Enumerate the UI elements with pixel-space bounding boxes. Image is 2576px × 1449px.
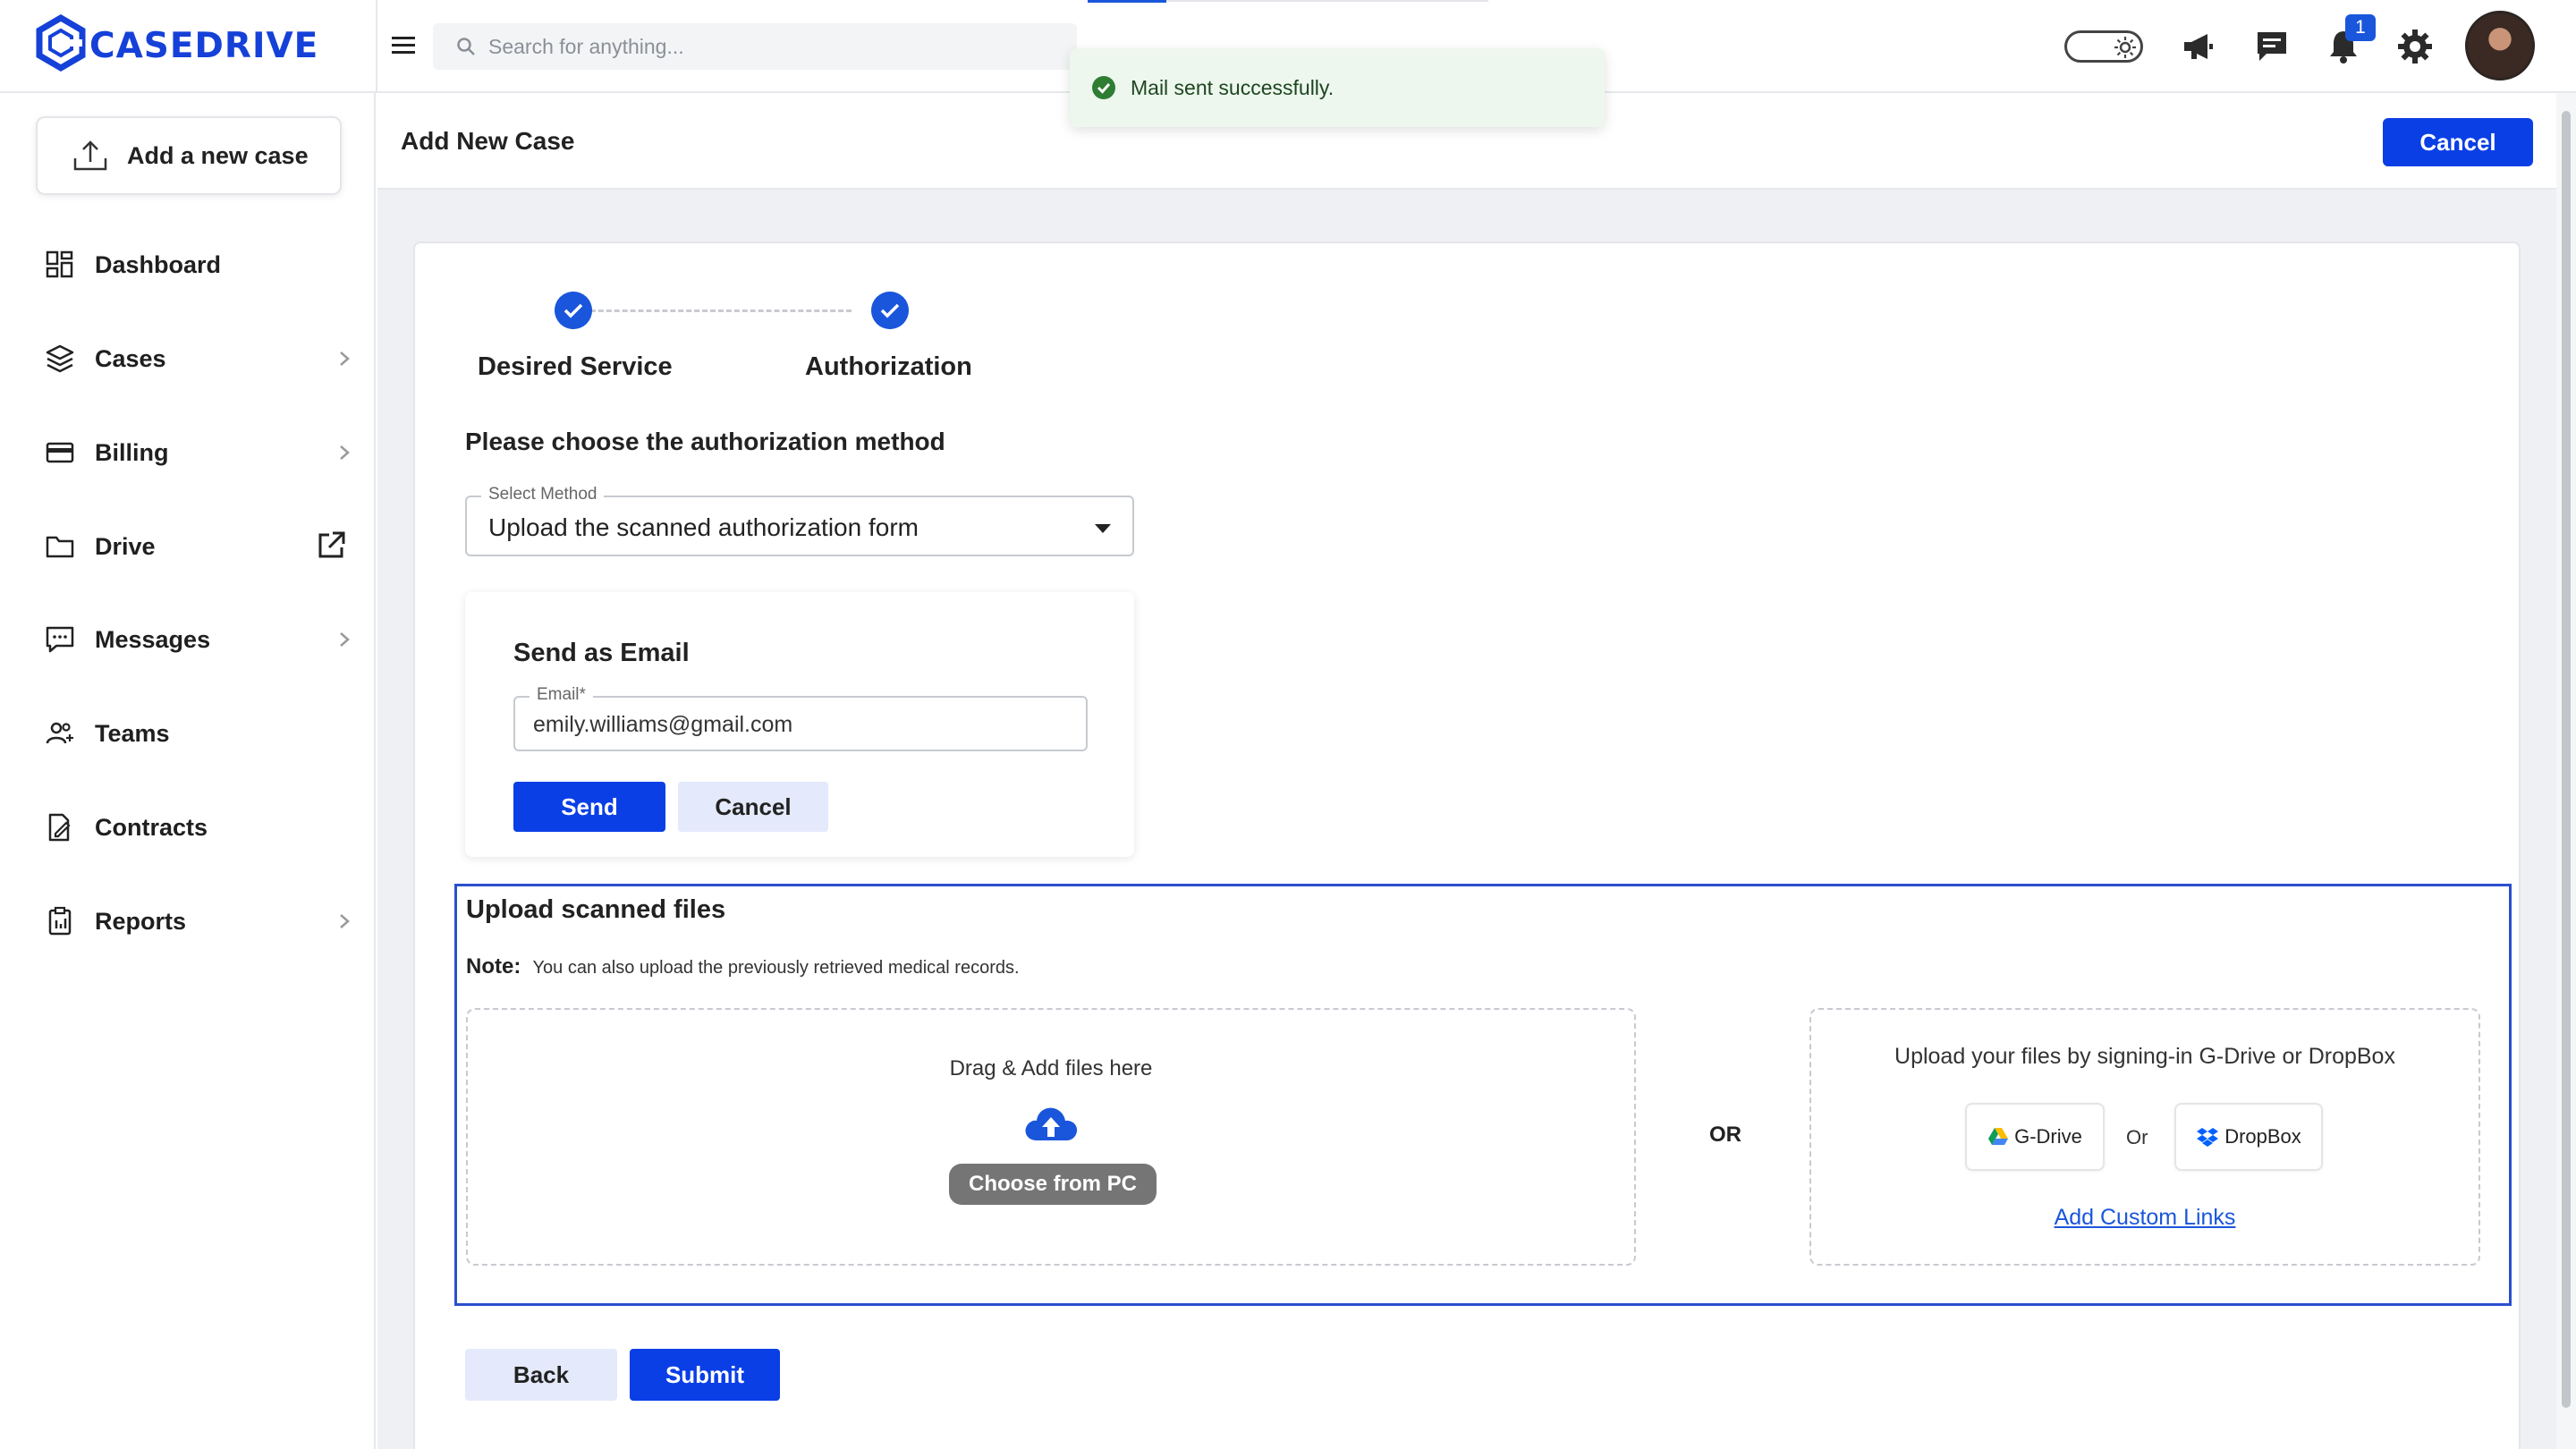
email-field-label: Email* <box>530 685 593 705</box>
upload-scanned-files-section: Upload scanned files Note: You can also … <box>454 884 2512 1306</box>
sidebar-item-messages[interactable]: Messages <box>0 608 376 671</box>
upload-note: Note: You can also upload the previously… <box>466 954 1020 979</box>
send-button[interactable]: Send <box>513 782 665 832</box>
brand-hexagon-icon <box>36 14 86 72</box>
chat-icon[interactable] <box>2252 27 2292 66</box>
contract-icon <box>48 813 71 842</box>
step-completed-check-icon <box>871 292 909 329</box>
select-method-label: Select Method <box>481 485 605 504</box>
scrollbar-thumb[interactable] <box>2562 111 2571 1408</box>
sidebar-item-label: Cases <box>95 344 166 372</box>
email-cancel-button[interactable]: Cancel <box>678 782 828 832</box>
chevron-right-icon <box>340 445 350 460</box>
sidebar-item-label: Dashboard <box>95 250 222 278</box>
email-field[interactable]: Email* <box>513 685 1088 751</box>
search-input[interactable] <box>488 34 1043 59</box>
megaphone-icon[interactable] <box>2179 27 2218 66</box>
brand-name: CASEDRIVE <box>89 25 319 66</box>
dropbox-icon <box>2197 1128 2219 1147</box>
layers-icon <box>46 344 74 373</box>
note-label: Note: <box>466 954 521 979</box>
or-separator: OR <box>1709 1123 1741 1147</box>
upload-section-title: Upload scanned files <box>466 895 726 924</box>
main-content: Add New Case Cancel Desired Service Auth… <box>377 93 2576 1449</box>
drag-files-text: Drag & Add files here <box>949 1056 1153 1080</box>
submit-button[interactable]: Submit <box>630 1349 780 1401</box>
sidebar-item-drive[interactable]: Drive <box>0 515 376 578</box>
dropbox-label: DropBox <box>2224 1125 2301 1148</box>
sidebar-item-dashboard[interactable]: Dashboard <box>0 233 376 296</box>
page-title: Add New Case <box>401 127 575 155</box>
message-icon <box>46 626 74 653</box>
chevron-right-icon <box>340 632 350 647</box>
step-label-authorization: Authorization <box>805 352 972 381</box>
back-button[interactable]: Back <box>465 1349 617 1401</box>
sidebar-item-label: Contracts <box>95 813 208 841</box>
gdrive-label: G-Drive <box>2014 1125 2082 1148</box>
stepper-connector <box>574 309 852 312</box>
step-completed-check-icon <box>555 292 592 329</box>
app-root: CASEDRIVE Search for anything... 1 Mail … <box>0 0 2576 1449</box>
email-input[interactable] <box>533 712 1070 738</box>
search-icon <box>457 38 475 55</box>
form-card: Desired Service Authorization Please cho… <box>413 242 2521 1449</box>
send-email-title: Send as Email <box>513 639 690 667</box>
step-label-desired-service: Desired Service <box>478 352 673 381</box>
gdrive-button[interactable]: G-Drive <box>1965 1103 2105 1171</box>
sidebar-item-label: Teams <box>95 719 170 747</box>
dashboard-icon <box>46 250 73 278</box>
sidebar-item-label: Reports <box>95 907 187 935</box>
dropdown-caret-icon <box>1095 524 1111 533</box>
cloud-upload-icon <box>1025 1107 1078 1140</box>
cloud-upload-panel: Upload your files by signing-in G-Drive … <box>1809 1008 2480 1266</box>
or-small-separator: Or <box>2126 1126 2148 1148</box>
success-toast: Mail sent successfully. <box>1070 48 1605 127</box>
gear-icon[interactable] <box>2395 27 2435 66</box>
search-bar[interactable] <box>433 23 1077 70</box>
chevron-right-icon <box>340 914 350 928</box>
theme-toggle[interactable] <box>2064 30 2143 63</box>
add-new-case-button[interactable]: Add a new case <box>36 116 342 195</box>
sidebar-item-label: Drive <box>95 532 156 560</box>
select-method-value: Upload the scanned authorization form <box>488 513 919 541</box>
sidebar-item-cases[interactable]: Cases <box>0 327 376 390</box>
hamburger-menu-icon[interactable] <box>388 30 419 61</box>
authorization-method-select[interactable]: Select Method Upload the scanned authori… <box>465 485 1134 556</box>
dropbox-button[interactable]: DropBox <box>2174 1103 2323 1171</box>
user-avatar[interactable] <box>2465 11 2535 80</box>
sidebar-item-billing[interactable]: Billing <box>0 421 376 484</box>
cancel-button[interactable]: Cancel <box>2383 118 2533 166</box>
clipboard-icon <box>48 906 72 936</box>
chevron-right-icon <box>340 352 350 366</box>
sidebar-item-label: Billing <box>95 438 169 466</box>
top-progress-track <box>1166 0 1488 2</box>
check-circle-icon <box>1092 76 1115 99</box>
sidebar: Add a new case Dashboard Cases Billing D… <box>0 93 376 1449</box>
send-email-panel: Send as Email Email* Send Cancel <box>465 592 1134 857</box>
sidebar-item-teams[interactable]: Teams <box>0 702 376 765</box>
note-text: You can also upload the previously retri… <box>532 958 1020 978</box>
brand-divider <box>376 0 377 93</box>
brand-logo[interactable]: CASEDRIVE <box>36 14 376 77</box>
choose-from-pc-button[interactable]: Choose from PC <box>949 1164 1157 1205</box>
sidebar-item-reports[interactable]: Reports <box>0 890 376 953</box>
upload-icon <box>73 140 107 171</box>
sidebar-item-contracts[interactable]: Contracts <box>0 796 376 859</box>
google-drive-icon <box>1988 1128 2009 1145</box>
sun-icon <box>2114 37 2136 58</box>
notification-badge: 1 <box>2345 14 2376 41</box>
add-new-case-label: Add a new case <box>127 141 309 169</box>
credit-card-icon <box>46 442 74 463</box>
external-link-icon[interactable] <box>315 530 347 562</box>
users-icon <box>46 722 73 744</box>
folder-icon <box>46 536 74 558</box>
add-custom-links-link[interactable]: Add Custom Links <box>1811 1205 2479 1231</box>
authorization-question: Please choose the authorization method <box>465 428 945 455</box>
file-dropzone[interactable]: Drag & Add files here Choose from PC <box>466 1008 1636 1266</box>
top-progress-indicator <box>1088 0 1166 3</box>
cloud-upload-text: Upload your files by signing-in G-Drive … <box>1894 1044 2395 1069</box>
sidebar-item-label: Messages <box>95 625 211 653</box>
toast-message: Mail sent successfully. <box>1131 75 1335 99</box>
